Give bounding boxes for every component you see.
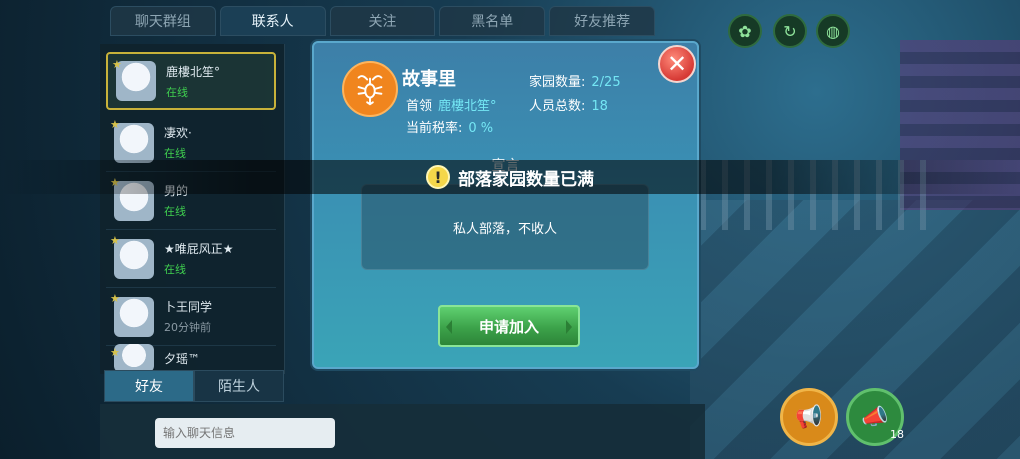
- leader-row: 首领 鹿樓北笙°: [406, 95, 497, 114]
- tab-friends[interactable]: 好友: [104, 370, 194, 402]
- member-total-value: 18: [591, 99, 608, 114]
- tab-following[interactable]: 关注: [329, 6, 436, 36]
- contact-name: 卜王同学: [164, 300, 213, 314]
- apply-join-button[interactable]: 申请加入: [438, 305, 580, 347]
- member-total-label: 人员总数:: [529, 99, 586, 114]
- member-total-row: 人员总数: 18: [529, 95, 608, 114]
- contact-item[interactable]: ★ ★唯屁风正★ 在线: [106, 230, 276, 288]
- tab-friend-recommend[interactable]: 好友推荐: [549, 6, 655, 36]
- declaration-box: 私人部落，不收人: [361, 184, 649, 270]
- contact-name: ★唯屁风正★: [164, 242, 234, 256]
- toast-message: 部落家园数量已满: [458, 169, 594, 190]
- avatar: [114, 344, 154, 372]
- avatar: [116, 61, 156, 101]
- chat-input[interactable]: [155, 418, 335, 448]
- leader-value: 鹿樓北笙°: [438, 99, 497, 114]
- tab-contacts[interactable]: 联系人: [219, 6, 326, 36]
- contact-item[interactable]: ★ 卜王同学 20分钟前: [106, 288, 276, 346]
- gift-icon[interactable]: ✿: [728, 14, 762, 48]
- home-count-value: 2/25: [591, 75, 621, 90]
- contact-item[interactable]: ★ 鹿樓北笙° 在线: [106, 52, 276, 110]
- avatar: [114, 122, 154, 163]
- tax-row: 当前税率: 0 %: [406, 117, 493, 136]
- tab-strangers[interactable]: 陌生人: [194, 370, 284, 402]
- declaration-text: 私人部落，不收人: [452, 221, 557, 237]
- close-icon[interactable]: ✕: [658, 45, 696, 83]
- contact-type-tabs: 好友 陌生人: [104, 370, 284, 402]
- contact-name: 夕瑶™: [164, 351, 201, 366]
- contact-status: 在线: [164, 263, 186, 276]
- contact-status: 在线: [164, 205, 186, 218]
- warning-icon: !: [426, 165, 450, 189]
- avatar: [114, 296, 154, 337]
- share-icon[interactable]: ↻: [773, 14, 807, 48]
- contact-status: 在线: [166, 85, 188, 99]
- star-icon: ★: [110, 118, 120, 131]
- contact-list-panel: ★ 鹿樓北笙° 在线 ★ 凄欢· 在线 ★ 男的 在线 ★ ★唯屁风正★ 在线 …: [100, 44, 285, 374]
- hud-count: 18: [890, 428, 904, 441]
- contact-status: 在线: [164, 147, 186, 160]
- tribe-name: 故事里: [402, 69, 456, 90]
- tribe-info-dialog: 故事里 首领鹿樓北笙° 当前税率:0 % 家园数量:2/25 人员总数:18 宣…: [312, 41, 699, 369]
- star-icon: ★: [112, 58, 122, 71]
- social-tab-bar: 聊天群组 联系人 关注 黑名单 好友推荐: [110, 6, 655, 36]
- contact-name: 凄欢·: [164, 126, 192, 140]
- star-icon: ★: [110, 346, 120, 359]
- leader-label: 首领: [406, 99, 433, 114]
- toast-notification: ! 部落家园数量已满: [0, 160, 1020, 194]
- scorpion-icon: [342, 61, 398, 117]
- tab-blacklist[interactable]: 黑名单: [439, 6, 546, 36]
- star-icon: ★: [110, 292, 120, 305]
- star-icon: ★: [110, 234, 120, 247]
- home-count-label: 家园数量:: [529, 75, 586, 90]
- contact-name: 鹿樓北笙°: [166, 64, 221, 79]
- water-icon[interactable]: ◍: [816, 14, 850, 48]
- tab-chat-groups[interactable]: 聊天群组: [110, 6, 216, 36]
- megaphone-icon[interactable]: 📢: [780, 388, 838, 446]
- contact-status: 20分钟前: [164, 321, 211, 334]
- tax-label: 当前税率:: [406, 121, 463, 136]
- avatar: [114, 238, 154, 279]
- home-count-row: 家园数量: 2/25: [529, 71, 621, 90]
- tax-value: 0 %: [468, 121, 494, 136]
